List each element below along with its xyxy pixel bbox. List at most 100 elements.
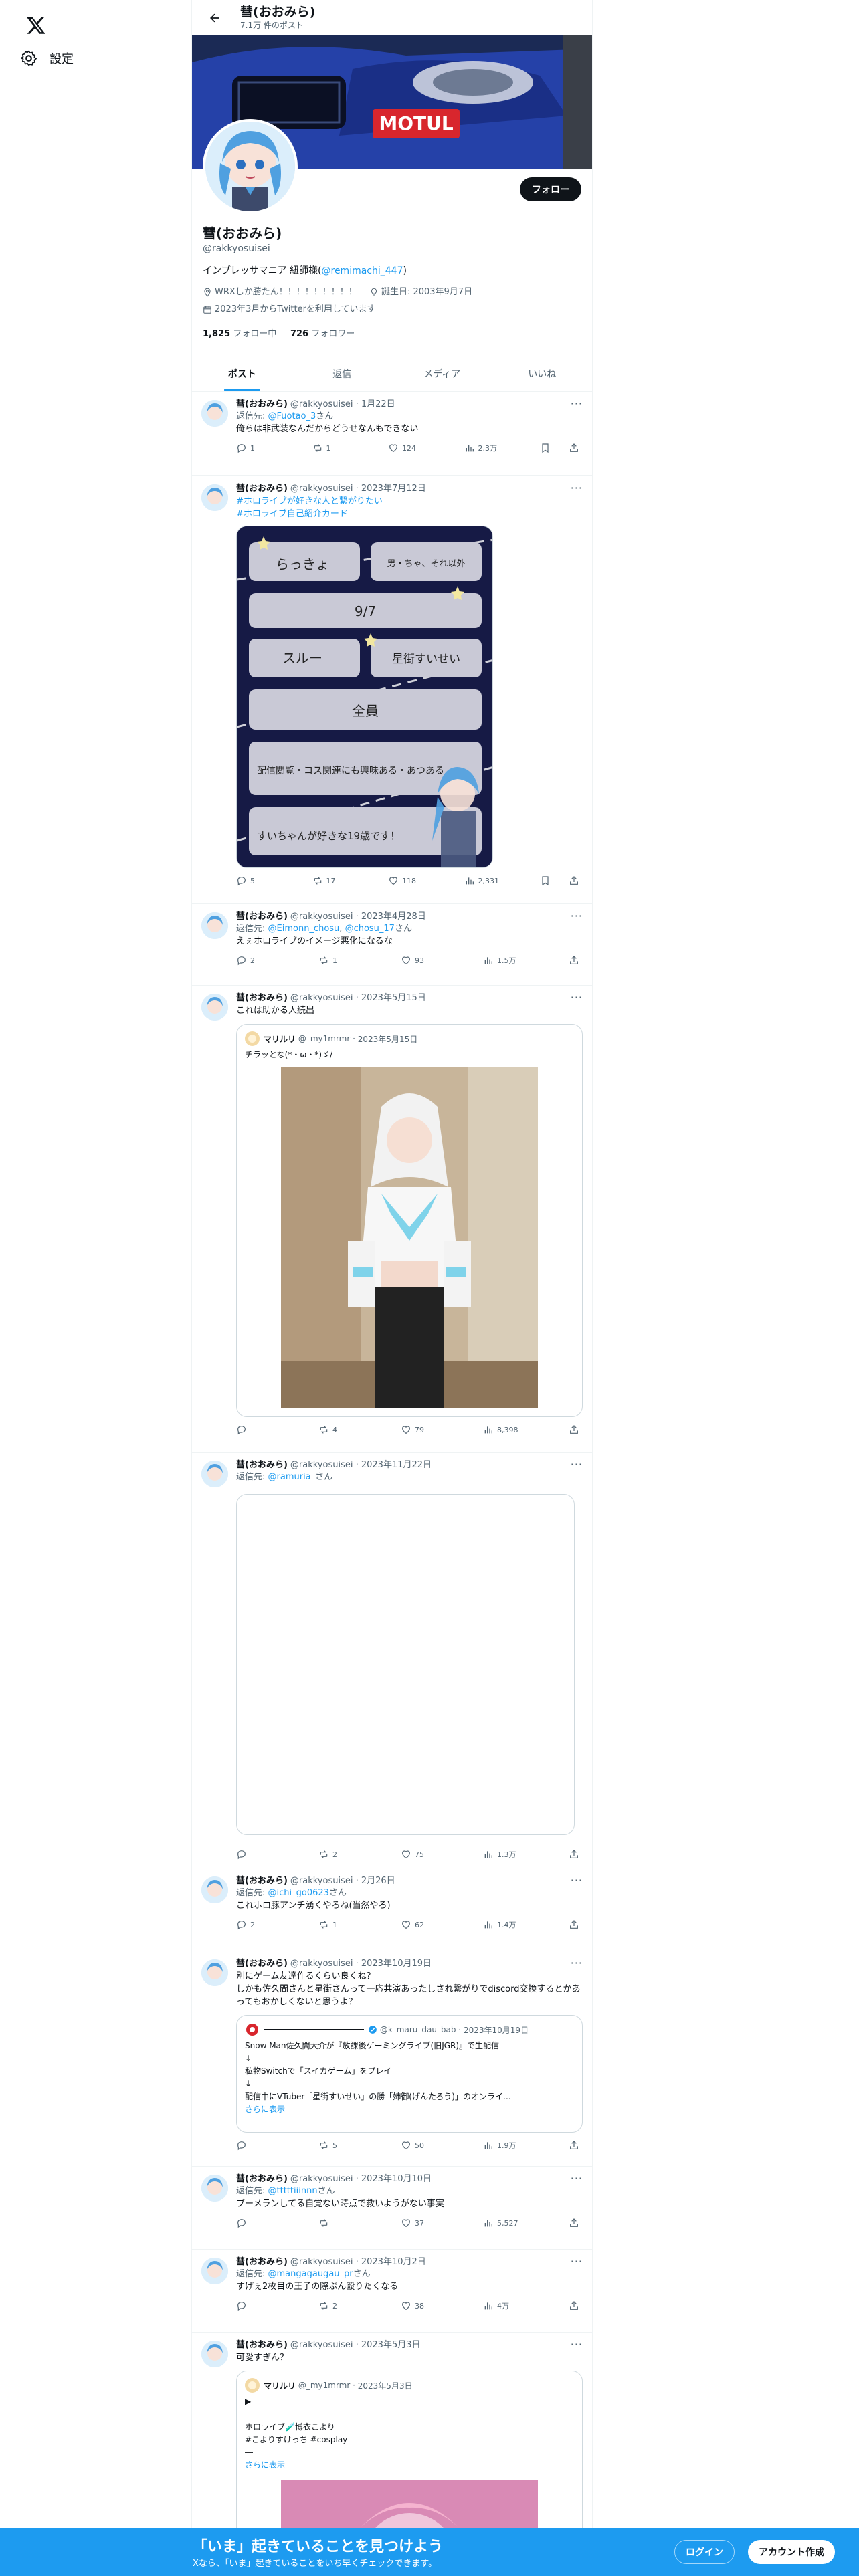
following-link[interactable]: 1,825 フォロー中 bbox=[203, 329, 276, 339]
tweet-date[interactable]: 2023年4月28日 bbox=[361, 911, 426, 923]
tweet-avatar[interactable] bbox=[201, 2341, 228, 2367]
share-button[interactable] bbox=[569, 1424, 583, 1435]
tweet-hashtag[interactable]: #ホロライブが好きな人と繋がりたい bbox=[236, 495, 583, 508]
tweet-author-name[interactable]: 彗(おおみら) bbox=[236, 399, 288, 411]
bookmark-button[interactable] bbox=[540, 443, 554, 453]
views-button[interactable]: 1.3万 bbox=[483, 1849, 565, 1860]
reply-mention[interactable]: @Fuotao_3 bbox=[268, 411, 316, 421]
tweet-author-handle[interactable]: @rakkyosuisei bbox=[290, 2173, 353, 2185]
share-button[interactable] bbox=[569, 443, 583, 453]
tweet-date[interactable]: 2023年5月3日 bbox=[361, 2339, 421, 2351]
tweet-author-handle[interactable]: @rakkyosuisei bbox=[290, 483, 353, 495]
show-more-link[interactable]: さらに表示 bbox=[245, 2103, 574, 2116]
quoted-tweet[interactable]: マリルリ @_my1mrmr · 2023年5月15日 チラッとな(*・ω・*)… bbox=[236, 1024, 583, 1417]
views-button[interactable]: 4万 bbox=[483, 2300, 565, 2311]
more-icon[interactable]: ··· bbox=[571, 991, 583, 1004]
tweet-author-handle[interactable]: @rakkyosuisei bbox=[290, 2339, 353, 2351]
tweet-avatar[interactable] bbox=[201, 912, 228, 939]
signup-button[interactable]: アカウント作成 bbox=[748, 2540, 835, 2564]
tweet-author-name[interactable]: 彗(おおみら) bbox=[236, 2173, 288, 2185]
reply-button[interactable]: 5 bbox=[236, 875, 312, 886]
x-logo-icon[interactable] bbox=[17, 7, 55, 44]
bookmark-button[interactable] bbox=[540, 875, 554, 886]
repost-button[interactable]: 5 bbox=[318, 2140, 401, 2151]
reply-mention[interactable]: @ichi_go0623 bbox=[268, 1888, 329, 1898]
share-button[interactable] bbox=[569, 955, 583, 966]
tweet-author-handle[interactable]: @rakkyosuisei bbox=[290, 911, 353, 923]
reply-button[interactable]: 1 bbox=[236, 443, 312, 453]
repost-button[interactable]: 17 bbox=[312, 875, 389, 886]
tab-likes[interactable]: いいね bbox=[492, 356, 593, 391]
tweet-date[interactable]: 2023年10月19日 bbox=[361, 1958, 432, 1970]
reply-button[interactable]: 2 bbox=[236, 955, 318, 966]
reply-button[interactable] bbox=[236, 1424, 318, 1435]
show-more-link[interactable]: さらに表示 bbox=[245, 2459, 574, 2472]
more-icon[interactable]: ··· bbox=[571, 2338, 583, 2351]
like-button[interactable]: 62 bbox=[401, 1919, 483, 1930]
tab-posts[interactable]: ポスト bbox=[192, 356, 292, 391]
like-button[interactable]: 118 bbox=[388, 875, 464, 886]
login-button[interactable]: ログイン bbox=[674, 2540, 735, 2564]
tab-media[interactable]: メディア bbox=[392, 356, 492, 391]
like-button[interactable]: 93 bbox=[401, 955, 483, 966]
reply-button[interactable] bbox=[236, 2218, 318, 2228]
tweet-avatar[interactable] bbox=[201, 1876, 228, 1903]
repost-button[interactable]: 1 bbox=[318, 955, 401, 966]
tweet-avatar[interactable] bbox=[201, 994, 228, 1021]
tweet-author-name[interactable]: 彗(おおみら) bbox=[236, 483, 288, 495]
tweet-author-handle[interactable]: @rakkyosuisei bbox=[290, 399, 353, 411]
repost-button[interactable]: 1 bbox=[312, 443, 389, 453]
repost-button[interactable] bbox=[318, 2218, 401, 2228]
like-button[interactable]: 124 bbox=[388, 443, 464, 453]
like-button[interactable]: 37 bbox=[401, 2218, 483, 2228]
tweet[interactable]: ··· 彗(おおみら) @rakkyosuisei · 2023年10月10日 返… bbox=[192, 2167, 592, 2250]
tweet-author-handle[interactable]: @rakkyosuisei bbox=[290, 1459, 353, 1471]
views-button[interactable]: 2.3万 bbox=[464, 443, 541, 453]
tweet-author-name[interactable]: 彗(おおみら) bbox=[236, 2339, 288, 2351]
tweet-date[interactable]: 2023年5月15日 bbox=[361, 992, 426, 1004]
tweet[interactable]: ··· 彗(おおみら) @rakkyosuisei · 2023年10月2日 返信… bbox=[192, 2250, 592, 2333]
tweet-date[interactable]: 2023年10月10日 bbox=[361, 2173, 432, 2185]
tweet[interactable]: ··· 彗(おおみら) @rakkyosuisei · 2023年7月12日 #ホ… bbox=[192, 476, 592, 904]
views-button[interactable]: 1.4万 bbox=[483, 1919, 565, 1930]
more-icon[interactable]: ··· bbox=[571, 2255, 583, 2268]
tweet-date[interactable]: 2023年7月12日 bbox=[361, 483, 426, 495]
tweet-author-handle[interactable]: @rakkyosuisei bbox=[290, 1958, 353, 1970]
share-button[interactable] bbox=[569, 1919, 583, 1930]
repost-button[interactable]: 1 bbox=[318, 1919, 401, 1930]
followers-link[interactable]: 726 フォロワー bbox=[290, 329, 355, 339]
tweet[interactable]: ··· 彗(おおみら) @rakkyosuisei · 1月22日 返信先: @F… bbox=[192, 392, 592, 476]
tweet-date[interactable]: 2023年10月2日 bbox=[361, 2256, 426, 2268]
tweet[interactable]: ··· 彗(おおみら) @rakkyosuisei · 2023年5月15日 これ… bbox=[192, 986, 592, 1453]
reply-mention[interactable]: @ramuria_ bbox=[268, 1472, 316, 1482]
follow-button[interactable]: フォロー bbox=[520, 177, 581, 201]
tweet-avatar[interactable] bbox=[201, 2175, 228, 2202]
tweet-author-name[interactable]: 彗(おおみら) bbox=[236, 992, 288, 1004]
tweet[interactable]: ··· 彗(おおみら) @rakkyosuisei · 2023年10月19日 別… bbox=[192, 1951, 592, 2167]
share-button[interactable] bbox=[569, 2218, 583, 2228]
views-button[interactable]: 8,398 bbox=[483, 1424, 565, 1435]
more-icon[interactable]: ··· bbox=[571, 481, 583, 494]
tweet[interactable]: ··· 彗(おおみら) @rakkyosuisei · 2月26日 返信先: @i… bbox=[192, 1868, 592, 1951]
tweet[interactable]: ··· 彗(おおみら) @rakkyosuisei · 2023年4月28日 返信… bbox=[192, 904, 592, 986]
like-button[interactable]: 75 bbox=[401, 1849, 483, 1860]
more-icon[interactable]: ··· bbox=[571, 1874, 583, 1887]
like-button[interactable]: 79 bbox=[401, 1424, 483, 1435]
views-button[interactable]: 1.5万 bbox=[483, 955, 565, 966]
reply-button[interactable] bbox=[236, 2300, 318, 2311]
tweet-author-name[interactable]: 彗(おおみら) bbox=[236, 2256, 288, 2268]
tweet-author-name[interactable]: 彗(おおみら) bbox=[236, 1875, 288, 1887]
tweet-author-name[interactable]: 彗(おおみら) bbox=[236, 1459, 288, 1471]
more-icon[interactable]: ··· bbox=[571, 1458, 583, 1471]
share-button[interactable] bbox=[569, 2300, 583, 2311]
tweet-author-handle[interactable]: @rakkyosuisei bbox=[290, 1875, 353, 1887]
more-icon[interactable]: ··· bbox=[571, 1957, 583, 1969]
tweet-author-name[interactable]: 彗(おおみら) bbox=[236, 1958, 288, 1970]
tweet-avatar[interactable] bbox=[201, 1959, 228, 1986]
tweet-author-handle[interactable]: @rakkyosuisei bbox=[290, 2256, 353, 2268]
settings-link[interactable]: 設定 bbox=[12, 41, 82, 75]
repost-button[interactable]: 2 bbox=[318, 2300, 401, 2311]
share-button[interactable] bbox=[569, 1849, 583, 1860]
share-button[interactable] bbox=[569, 875, 583, 886]
tweet-author-name[interactable]: 彗(おおみら) bbox=[236, 911, 288, 923]
